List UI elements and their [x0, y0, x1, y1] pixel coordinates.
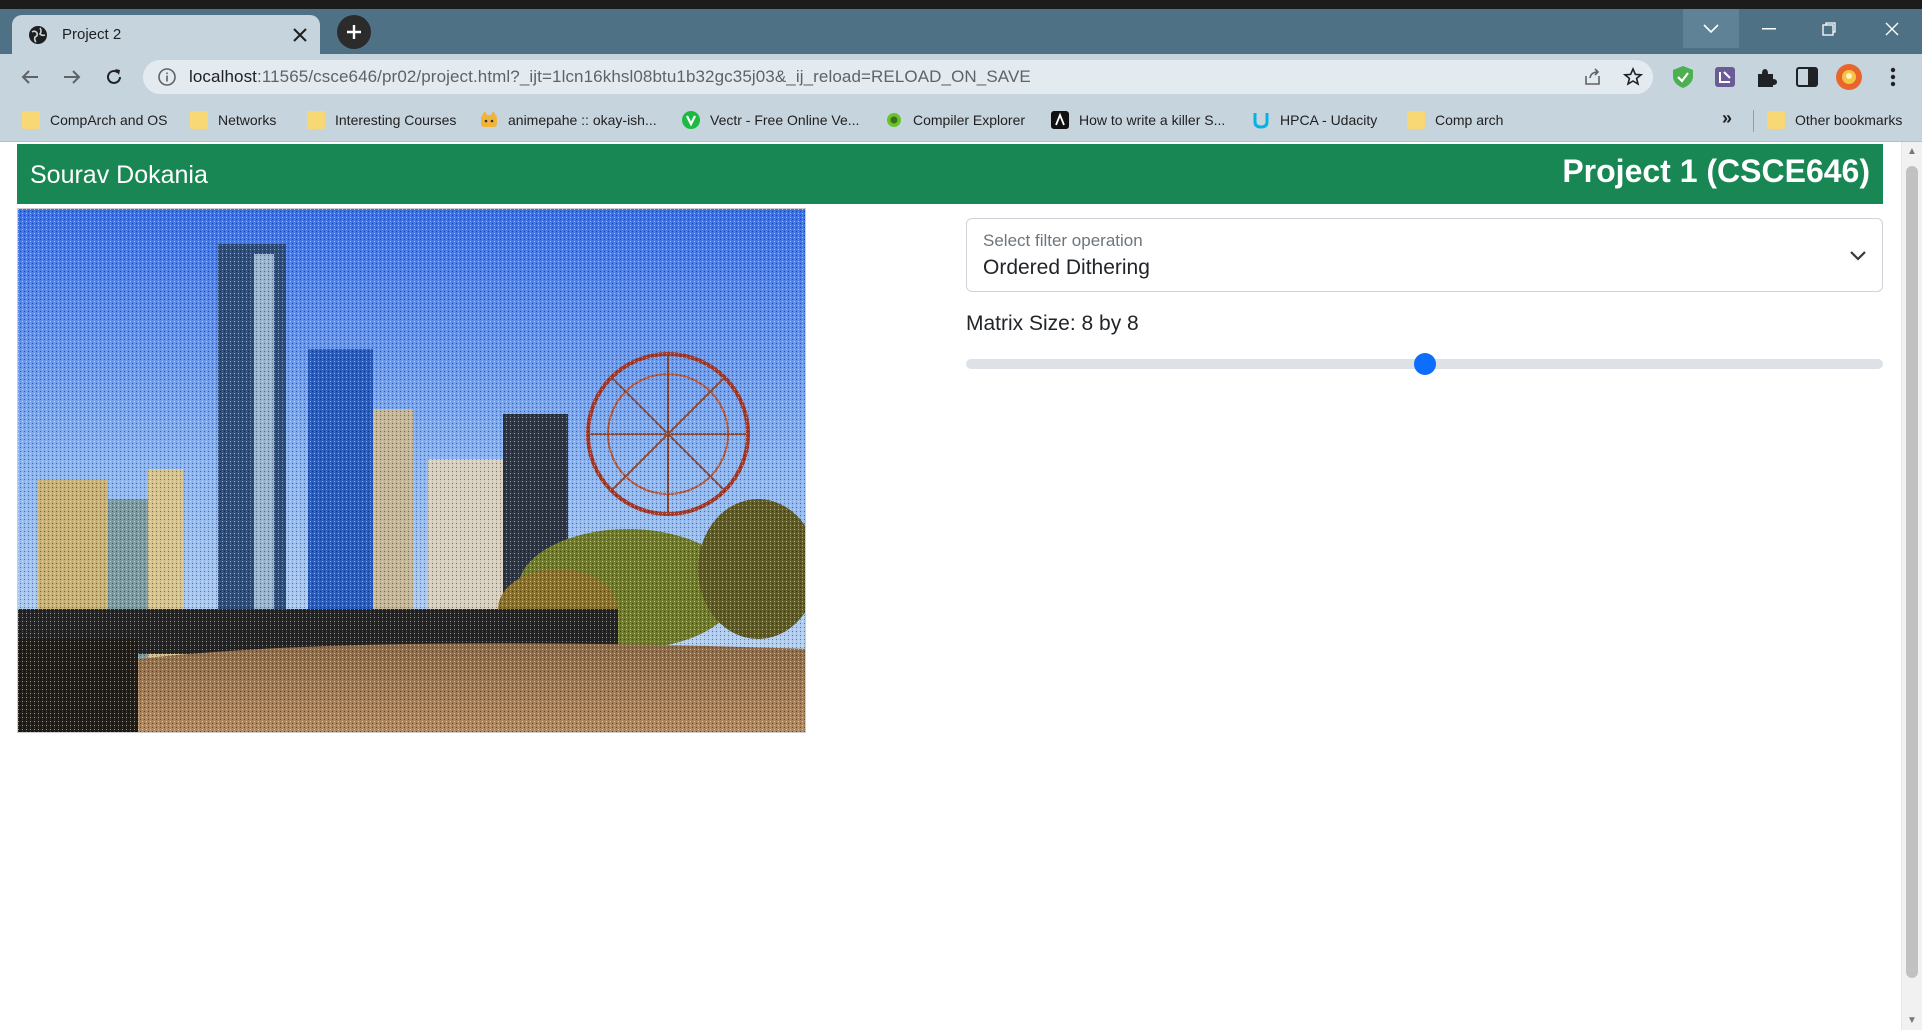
menu-kebab-icon[interactable]: [1880, 64, 1906, 90]
plus-icon: [347, 25, 361, 39]
window-top-edge: [0, 0, 1922, 9]
tab-title: Project 2: [62, 26, 122, 43]
folder-icon: [1407, 111, 1425, 129]
bookmarks-divider: [1753, 110, 1754, 132]
folder-icon: [307, 111, 325, 129]
info-icon[interactable]: [157, 67, 177, 87]
bookmark-label: animepahe :: okay-ish...: [508, 112, 657, 128]
scroll-down-arrow-icon[interactable]: ▼: [1907, 1015, 1917, 1026]
new-tab-button[interactable]: [337, 15, 371, 49]
bookmark-interesting-courses[interactable]: Interesting Courses: [307, 109, 456, 131]
folder-icon: [1767, 111, 1785, 129]
page-viewport: Sourav Dokania Project 1 (CSCE646) Selec…: [0, 142, 1922, 1030]
forward-button[interactable]: [56, 61, 88, 93]
restore-button[interactable]: [1801, 9, 1857, 48]
bookmark-vectr[interactable]: Vectr - Free Online Ve...: [682, 109, 859, 131]
bookmark-networks[interactable]: Networks: [190, 109, 276, 131]
share-icon[interactable]: [1573, 60, 1613, 94]
bookmark-label: Networks: [218, 112, 277, 128]
other-bookmarks[interactable]: Other bookmarks: [1767, 109, 1902, 131]
bookmark-animepahe[interactable]: animepahe :: okay-ish...: [480, 109, 657, 131]
more-bookmarks-chevron[interactable]: »: [1722, 108, 1732, 129]
tab-bar: Project 2: [0, 9, 1922, 54]
chevron-down-icon: [1703, 23, 1719, 33]
bookmark-label: Other bookmarks: [1795, 112, 1903, 128]
url-path: :11565/csce646/pr02/project.html?_ijt=1l…: [257, 67, 1031, 86]
udacity-icon: [1253, 113, 1269, 129]
tab-close-icon[interactable]: [286, 21, 314, 49]
matrix-size-slider-thumb[interactable]: [1413, 353, 1436, 375]
bookmark-label: CompArch and OS: [50, 112, 168, 128]
tab-search-button[interactable]: [1683, 9, 1739, 48]
vectr-icon: [682, 111, 700, 129]
animepahe-icon: [481, 111, 497, 127]
close-window-button[interactable]: [1862, 9, 1922, 48]
reload-icon: [107, 69, 121, 84]
page-header: Sourav Dokania Project 1 (CSCE646): [17, 144, 1883, 204]
bookmark-label: Vectr - Free Online Ve...: [710, 112, 860, 128]
bookmark-comparch-and-os[interactable]: CompArch and OS: [22, 109, 168, 131]
bookmark-hpca-udacity[interactable]: HPCA - Udacity: [1252, 109, 1377, 131]
author-name: Sourav Dokania: [30, 161, 208, 189]
restore-icon: [1822, 21, 1836, 36]
tab-project-2[interactable]: Project 2: [12, 15, 320, 54]
puzzle-extensions-icon[interactable]: [1753, 64, 1779, 90]
bookmark-comp-arch[interactable]: Comp arch: [1407, 109, 1503, 131]
project-title: Project 1 (CSCE646): [1562, 153, 1870, 189]
bookmarks-bar: CompArch and OS Networks Interesting Cou…: [0, 100, 1922, 142]
bookmark-compiler-explorer[interactable]: Compiler Explorer: [885, 109, 1025, 131]
minimize-icon: [1762, 27, 1776, 29]
arrow-right-icon: [64, 70, 81, 84]
filter-select[interactable]: Select filter operation Ordered Ditherin…: [966, 218, 1883, 292]
filter-select-label: Select filter operation: [983, 231, 1143, 250]
browser-toolbar: localhost:11565/csce646/pr02/project.htm…: [0, 54, 1922, 100]
dithered-skyline-image: [18, 209, 805, 732]
bookmark-label: How to write a killer S...: [1079, 112, 1226, 128]
reload-button[interactable]: [98, 61, 130, 93]
scrollbar-thumb[interactable]: [1906, 166, 1918, 978]
bookmark-star-icon[interactable]: [1613, 60, 1653, 94]
bookmark-label: Interesting Courses: [335, 112, 457, 128]
dithered-image-canvas: [17, 208, 806, 733]
site-icon: [1051, 111, 1069, 129]
url-host: localhost: [189, 67, 257, 86]
vertical-scrollbar[interactable]: ▲ ▼: [1901, 142, 1922, 1030]
url-text[interactable]: localhost:11565/csce646/pr02/project.htm…: [189, 67, 1573, 87]
back-button[interactable]: [14, 61, 46, 93]
scroll-up-arrow-icon[interactable]: ▲: [1907, 146, 1917, 157]
filter-select-value: Ordered Dithering: [983, 256, 1150, 279]
bookmark-label: Compiler Explorer: [913, 112, 1026, 128]
folder-icon: [22, 111, 40, 129]
close-icon: [1885, 22, 1899, 35]
folder-icon: [190, 111, 208, 129]
shield-extension-icon[interactable]: [1670, 64, 1696, 90]
compiler-explorer-icon: [887, 113, 901, 127]
bookmark-killer-sop[interactable]: How to write a killer S...: [1051, 109, 1225, 131]
side-panel-icon[interactable]: [1794, 64, 1820, 90]
globe-icon: [29, 25, 47, 44]
matrix-size-label: Matrix Size: 8 by 8: [966, 312, 1139, 335]
chevron-down-icon: [1850, 251, 1866, 261]
bookmark-label: HPCA - Udacity: [1280, 112, 1378, 128]
address-bar[interactable]: localhost:11565/csce646/pr02/project.htm…: [143, 60, 1653, 94]
arrow-left-icon: [21, 70, 38, 84]
extension-app-icon[interactable]: [1712, 64, 1738, 90]
profile-avatar[interactable]: [1836, 64, 1862, 90]
minimize-button[interactable]: [1741, 9, 1797, 48]
bookmark-label: Comp arch: [1435, 112, 1504, 128]
